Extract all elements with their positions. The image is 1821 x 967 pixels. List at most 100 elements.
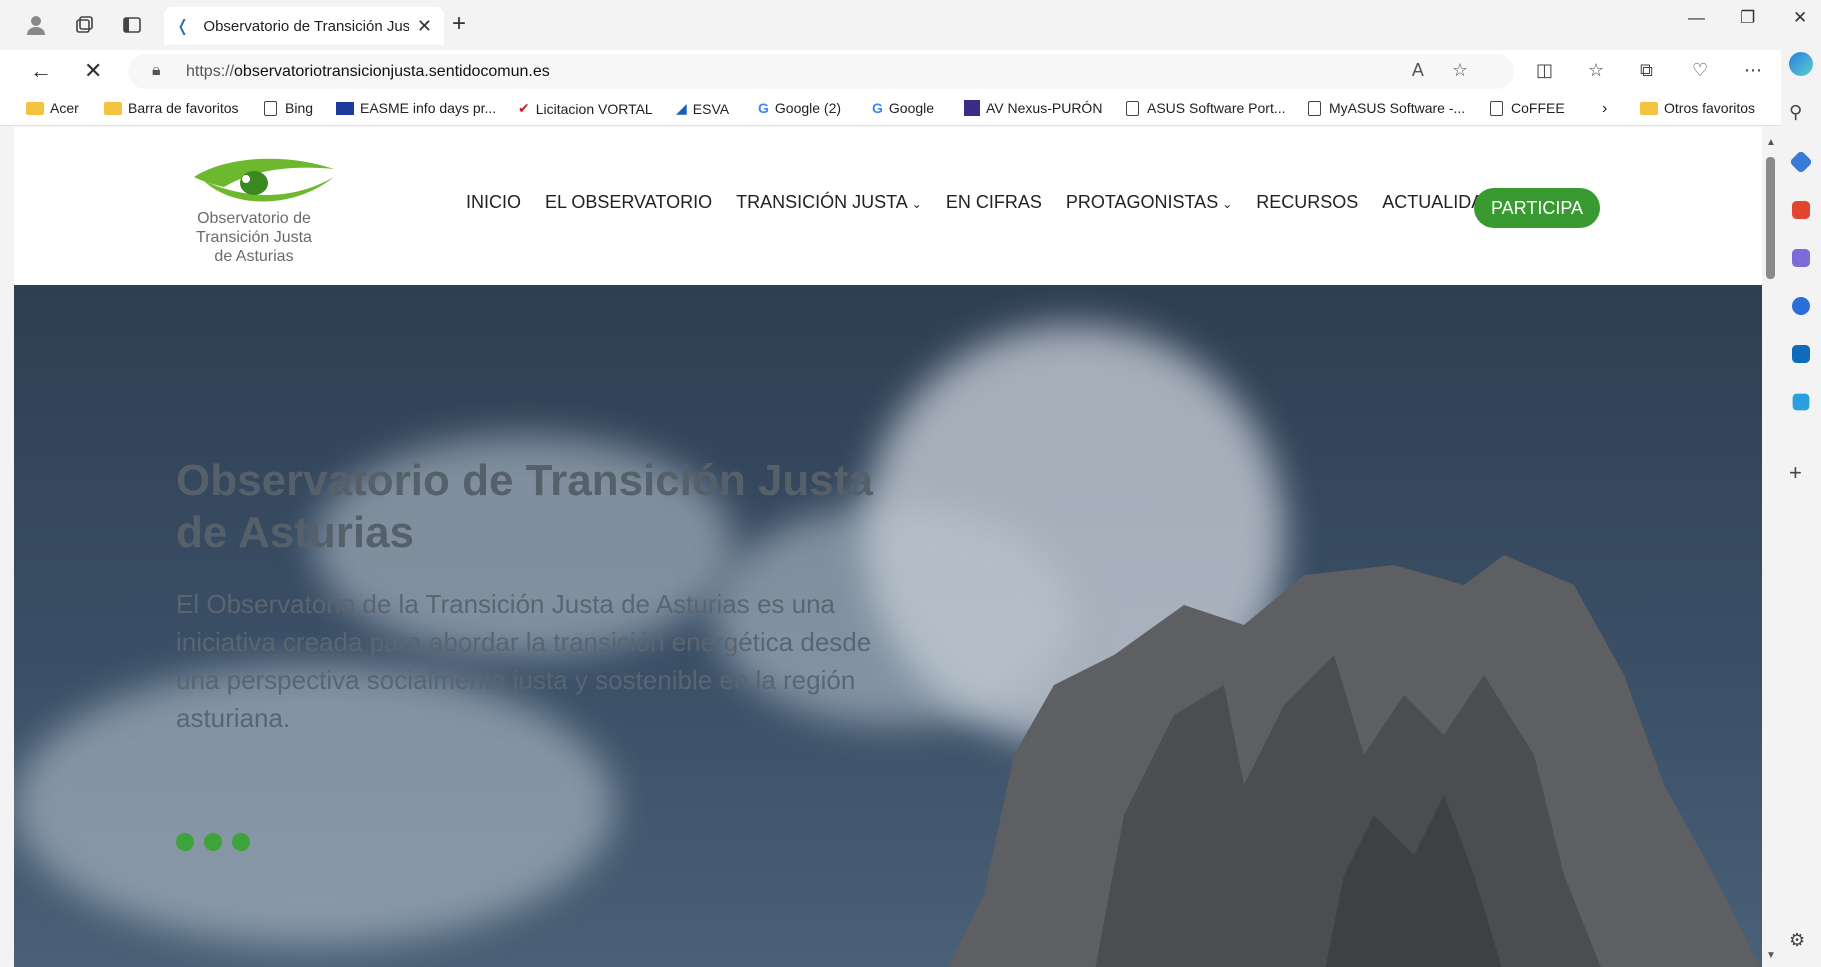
observatorio-logo-icon[interactable]	[184, 147, 344, 217]
scroll-down-icon[interactable]: ▼	[1766, 950, 1776, 961]
google-g-icon: G	[758, 100, 769, 116]
tools-icon[interactable]	[1792, 201, 1810, 219]
page-icon	[1126, 100, 1139, 116]
split-screen-icon[interactable]: ◫	[1536, 60, 1553, 81]
drop-icon[interactable]	[1792, 393, 1810, 411]
eu-flag-icon	[336, 101, 354, 115]
menu-item-en-cifras[interactable]: EN CIFRAS	[946, 192, 1042, 213]
url-field[interactable]: 🔒︎ https://observatoriotransicionjusta.s…	[128, 54, 1514, 89]
slider-dots	[176, 833, 260, 851]
copilot-icon[interactable]	[1789, 52, 1813, 76]
menu-item-recursos[interactable]: RECURSOS	[1256, 192, 1358, 213]
favorite-esva[interactable]: ◢ ESVA	[676, 100, 729, 117]
close-window-icon[interactable]: ✕	[1793, 8, 1807, 28]
folder-icon	[26, 101, 44, 115]
favorite-asus-portal[interactable]: ASUS Software Port...	[1126, 100, 1286, 116]
mountain-peak-image	[948, 555, 1760, 967]
favorite-label: CoFFEE	[1511, 100, 1565, 116]
favorite-label: EASME info days pr...	[360, 100, 497, 116]
favorite-google[interactable]: G Google	[872, 100, 934, 116]
favorite-coffee[interactable]: CoFFEE	[1490, 100, 1565, 116]
slider-dot[interactable]	[232, 833, 250, 851]
favorite-google-2[interactable]: G Google (2)	[758, 100, 841, 116]
tab-bar: ❬ Observatorio de Transición Justa ✕ + —…	[0, 0, 1821, 50]
check-red-icon: ✔	[518, 100, 530, 116]
outlook-icon[interactable]	[1792, 345, 1810, 363]
page-icon	[264, 100, 277, 116]
menu-item-transicion-justa[interactable]: TRANSICIÓN JUSTA ⌄	[736, 192, 922, 213]
chevron-down-icon: ⌄	[1222, 196, 1233, 211]
hero-slider: Observatorio de Transición Justa de Astu…	[14, 285, 1762, 967]
add-icon[interactable]: +	[1789, 460, 1813, 485]
hero-title: Observatorio de Transición Justa de Astu…	[176, 456, 873, 557]
hero-subtitle: El Observatorio de la Transición Justa d…	[176, 589, 872, 733]
favorite-label: ASUS Software Port...	[1147, 100, 1286, 116]
main-menu: INICIO EL OBSERVATORIO TRANSICIÓN JUSTA ⌄…	[466, 187, 1520, 217]
triangle-icon: ◢	[676, 100, 687, 116]
back-icon[interactable]: ←	[30, 58, 52, 84]
favorite-bing[interactable]: Bing	[264, 100, 313, 116]
menu-item-el-observatorio[interactable]: EL OBSERVATORIO	[545, 192, 712, 213]
favorite-barra[interactable]: Barra de favoritos	[104, 100, 239, 116]
favorite-label: Barra de favoritos	[128, 100, 239, 116]
logo-line: de Asturias	[214, 248, 294, 265]
read-aloud-favorite-icons[interactable]: A☆	[1412, 60, 1496, 81]
page-viewport: Observatorio de Transición Justa de Astu…	[14, 127, 1762, 967]
profile-icon[interactable]	[16, 5, 56, 45]
menu-item-protagonistas[interactable]: PROTAGONISTAS ⌄	[1066, 192, 1232, 213]
stop-loading-icon[interactable]: ✕	[84, 58, 102, 84]
favorite-nexus[interactable]: AV Nexus-PURÓN	[964, 100, 1102, 116]
favorites-icon[interactable]: ☆	[1588, 60, 1604, 81]
active-tab[interactable]: ❬ Observatorio de Transición Justa ✕	[164, 7, 444, 45]
collections-icon[interactable]: ⧉	[1640, 60, 1653, 81]
logo-text: Observatorio de Transición Justa de Astu…	[164, 209, 344, 266]
logo-line: Transición Justa	[196, 229, 312, 246]
folder-icon	[104, 101, 122, 115]
edge-sidebar: ⚲ + ⚙	[1781, 50, 1821, 967]
shopping-tag-icon[interactable]	[1789, 150, 1813, 174]
vertical-scrollbar[interactable]: ▲ ▼	[1762, 127, 1781, 967]
vertical-tabs-icon[interactable]	[112, 5, 152, 45]
search-icon[interactable]: ⚲	[1789, 102, 1813, 126]
favorites-bar: Acer Barra de favoritos Bing EASME info …	[0, 92, 1821, 126]
slider-dot[interactable]	[176, 833, 194, 851]
slider-dot[interactable]	[204, 833, 222, 851]
new-tab-button[interactable]: +	[452, 10, 466, 38]
folder-icon	[1640, 101, 1658, 115]
favorites-overflow-icon[interactable]: ›	[1602, 100, 1607, 118]
google-g-icon: G	[872, 100, 883, 116]
favorite-label: MyASUS Software -...	[1329, 100, 1466, 116]
minimize-icon[interactable]: —	[1688, 8, 1705, 28]
tab-title: Observatorio de Transición Justa	[203, 17, 409, 35]
favorite-label: Google	[888, 100, 935, 116]
more-options-icon[interactable]: ⋯	[1744, 60, 1762, 81]
page-icon	[1490, 100, 1503, 116]
chevron-down-icon: ⌄	[911, 196, 922, 211]
settings-gear-icon[interactable]: ⚙	[1789, 930, 1813, 954]
favorite-otros[interactable]: Otros favoritos	[1640, 100, 1755, 116]
restore-icon[interactable]: ❐	[1740, 8, 1755, 28]
menu-item-inicio[interactable]: INICIO	[466, 192, 521, 213]
scroll-up-icon[interactable]: ▲	[1766, 137, 1776, 148]
menu-label: PROTAGONISTAS	[1065, 191, 1219, 212]
favorite-label: Licitacion VORTAL	[535, 100, 653, 117]
site-favicon-icon: ❬	[176, 18, 190, 35]
site-info-icon[interactable]: 🔒︎	[152, 62, 161, 80]
favorite-acer[interactable]: Acer	[26, 100, 79, 116]
logo-line: Observatorio de	[197, 210, 311, 227]
browser-essentials-icon[interactable]: ♡	[1692, 60, 1708, 81]
tab-close-icon[interactable]: ✕	[417, 16, 432, 37]
scrollbar-thumb[interactable]	[1766, 157, 1775, 279]
favorite-easme[interactable]: EASME info days pr...	[336, 100, 496, 116]
favorite-myasus[interactable]: MyASUS Software -...	[1308, 100, 1465, 116]
games-icon[interactable]	[1792, 249, 1810, 267]
nexus-icon	[964, 100, 980, 116]
microsoft365-icon[interactable]	[1792, 297, 1810, 315]
workspaces-icon[interactable]	[64, 5, 104, 45]
url-prefix: https://	[186, 62, 235, 80]
favorite-label: Otros favoritos	[1664, 100, 1756, 116]
site-header: Observatorio de Transición Justa de Astu…	[14, 127, 1762, 285]
favorite-vortal[interactable]: ✔ Licitacion VORTAL	[518, 100, 653, 117]
favorite-label: AV Nexus-PURÓN	[986, 100, 1103, 116]
participa-button[interactable]: PARTICIPA	[1474, 188, 1600, 228]
